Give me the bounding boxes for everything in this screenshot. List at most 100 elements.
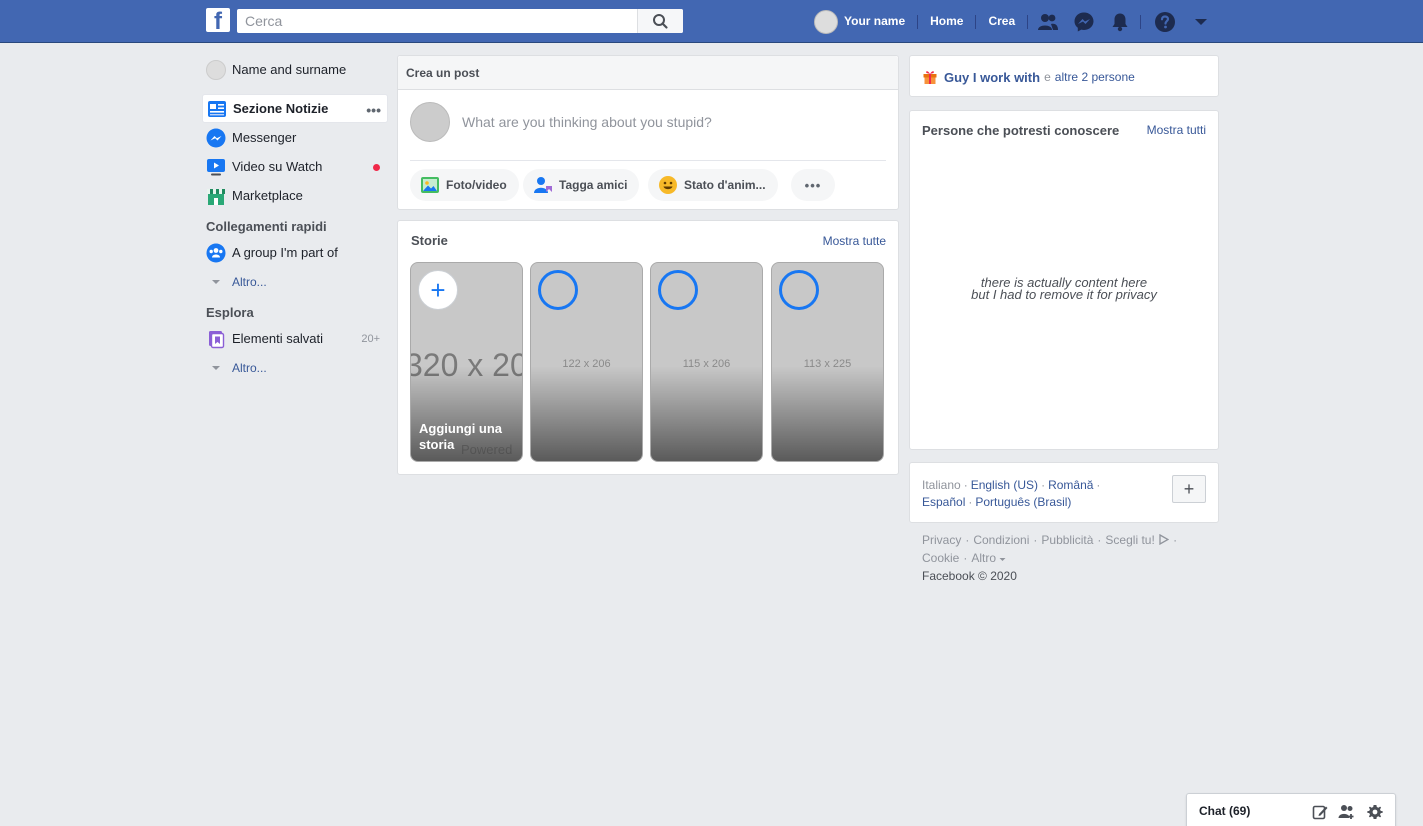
saved-count-badge: 20+ bbox=[361, 333, 380, 345]
plus-icon[interactable]: + bbox=[418, 270, 458, 310]
footer-link-ad-choices[interactable]: Scegli tu! bbox=[1105, 533, 1154, 547]
news-feed-icon bbox=[207, 99, 227, 119]
marketplace-icon bbox=[206, 186, 226, 206]
caret-down-icon bbox=[999, 558, 1006, 561]
language-link[interactable]: English (US) bbox=[971, 478, 1038, 492]
sidebar-item-group[interactable]: A group I'm part of bbox=[202, 238, 388, 267]
chat-bar[interactable]: Chat (69) bbox=[1186, 793, 1396, 826]
ad-choices-icon bbox=[1159, 533, 1170, 546]
more-link-label: Altro... bbox=[232, 274, 267, 289]
avatar bbox=[410, 102, 450, 142]
tag-friends-icon bbox=[533, 175, 553, 195]
stories-card: Storie Mostra tutte 320 x 206 + Powered … bbox=[397, 220, 899, 475]
add-language-button[interactable]: + bbox=[1172, 475, 1206, 503]
footer-link-cookies[interactable]: Cookie bbox=[922, 551, 959, 565]
language-card: Italiano · English (US) · Română · Español · Po… bbox=[909, 462, 1219, 523]
caret-down-icon bbox=[1195, 18, 1207, 25]
more-options-button[interactable]: ••• bbox=[791, 169, 835, 201]
photo-video-button[interactable]: Foto/video bbox=[410, 169, 519, 201]
story-card[interactable]: 122 x 206 bbox=[530, 262, 643, 462]
explore-heading: Esplora bbox=[206, 305, 254, 320]
copyright: Facebook © 2020 bbox=[922, 569, 1017, 583]
more-options-icon: ••• bbox=[804, 177, 822, 193]
sidebar-more-link[interactable]: Altro... bbox=[202, 267, 388, 296]
profile-link[interactable]: Your name bbox=[844, 8, 917, 35]
privacy-note-line: but I had to remove it for privacy bbox=[971, 287, 1157, 302]
home-link[interactable]: Home bbox=[918, 8, 975, 35]
story-card[interactable]: 115 x 206 bbox=[650, 262, 763, 462]
story-avatar-ring bbox=[538, 270, 578, 310]
birthday-person-link[interactable]: Guy I work with bbox=[944, 70, 1040, 85]
sidebar-item-label: Video su Watch bbox=[232, 159, 323, 174]
language-link[interactable]: Español bbox=[922, 495, 965, 509]
add-story-label: Aggiungi una storia bbox=[419, 421, 503, 452]
nav-divider bbox=[1140, 15, 1141, 29]
chevron-down-icon bbox=[206, 272, 226, 292]
sidebar-profile[interactable]: Name and surname bbox=[202, 55, 388, 84]
footer-link-more[interactable]: Altro bbox=[971, 551, 996, 565]
chat-settings-button[interactable] bbox=[1366, 803, 1384, 821]
footer-link-ads[interactable]: Pubblicità bbox=[1041, 533, 1093, 547]
tag-friends-button[interactable]: Tagga amici bbox=[523, 169, 640, 201]
story-gradient bbox=[772, 366, 883, 461]
add-story-card[interactable]: 320 x 206 + Powered Aggiungi una storia bbox=[410, 262, 523, 462]
help-button[interactable] bbox=[1151, 8, 1179, 35]
facebook-logo-letter: f bbox=[214, 8, 222, 33]
video-icon bbox=[206, 157, 226, 177]
sidebar-item-watch[interactable]: Video su Watch bbox=[202, 152, 388, 181]
photo-video-label: Foto/video bbox=[446, 178, 507, 192]
post-composer-input[interactable]: What are you thinking about you stupid? bbox=[462, 114, 712, 130]
chevron-down-icon bbox=[206, 358, 226, 378]
avatar[interactable] bbox=[814, 9, 838, 34]
create-group-button[interactable] bbox=[1338, 803, 1356, 821]
new-message-button[interactable] bbox=[1311, 803, 1329, 821]
search-icon bbox=[653, 14, 668, 29]
top-right-nav: Your name Home Crea bbox=[814, 8, 1029, 35]
quick-links-heading: Collegamenti rapidi bbox=[206, 219, 327, 234]
story-gradient bbox=[531, 366, 642, 461]
search-box bbox=[237, 9, 683, 33]
story-avatar-ring bbox=[658, 270, 698, 310]
story-card[interactable]: 113 x 225 bbox=[771, 262, 884, 462]
emoji-icon bbox=[658, 175, 678, 195]
create-link[interactable]: Crea bbox=[976, 8, 1027, 35]
birthday-others-link[interactable]: altre 2 persone bbox=[1055, 70, 1135, 84]
top-navigation-bar: f Your name Home Crea bbox=[0, 0, 1423, 43]
stories-see-all-link[interactable]: Mostra tutte bbox=[823, 234, 886, 248]
friend-requests-button[interactable] bbox=[1034, 8, 1062, 35]
friends-icon bbox=[1038, 13, 1058, 30]
sidebar-item-messenger[interactable]: Messenger bbox=[202, 123, 388, 152]
help-icon bbox=[1155, 11, 1175, 32]
language-link[interactable]: Português (Brasil) bbox=[975, 495, 1071, 509]
birthday-row[interactable]: Guy I work with e altre 2 persone bbox=[922, 69, 1135, 85]
nav-divider bbox=[1027, 14, 1029, 29]
gear-icon bbox=[1367, 805, 1383, 819]
sidebar-more-link[interactable]: Altro... bbox=[202, 353, 388, 382]
divider bbox=[410, 160, 886, 161]
sidebar-item-marketplace[interactable]: Marketplace bbox=[202, 181, 388, 210]
footer-link-privacy[interactable]: Privacy bbox=[922, 533, 961, 547]
language-link[interactable]: Română bbox=[1048, 478, 1093, 492]
sidebar-item-label: Name and surname bbox=[232, 62, 347, 77]
left-sidebar: Name and surname Sezione Notizie ••• Mes… bbox=[202, 55, 388, 382]
bell-icon bbox=[1112, 13, 1128, 31]
more-options-icon[interactable]: ••• bbox=[366, 102, 381, 118]
notifications-button[interactable] bbox=[1106, 8, 1134, 35]
sidebar-item-label: Elementi salvati bbox=[232, 331, 324, 346]
group-add-icon bbox=[1338, 805, 1354, 819]
messenger-button[interactable] bbox=[1070, 8, 1098, 35]
feeling-button[interactable]: Stato d'anim... bbox=[648, 169, 778, 201]
sidebar-item-label: Marketplace bbox=[232, 188, 303, 203]
footer-link-terms[interactable]: Condizioni bbox=[973, 533, 1029, 547]
search-button[interactable] bbox=[637, 9, 683, 33]
pymk-see-all-link[interactable]: Mostra tutti bbox=[1147, 123, 1206, 137]
sidebar-item-saved[interactable]: Elementi salvati 20+ bbox=[202, 324, 388, 353]
privacy-note: there is actually content here but I had… bbox=[910, 276, 1218, 302]
account-menu-button[interactable] bbox=[1187, 8, 1215, 35]
tag-friends-label: Tagga amici bbox=[559, 178, 628, 192]
sidebar-item-news-feed[interactable]: Sezione Notizie ••• bbox=[202, 94, 388, 123]
search-input[interactable] bbox=[237, 9, 637, 33]
facebook-logo[interactable]: f bbox=[206, 8, 230, 32]
language-list: Italiano · English (US) · Română · Español · Po… bbox=[922, 478, 1101, 509]
story-gradient bbox=[651, 366, 762, 461]
